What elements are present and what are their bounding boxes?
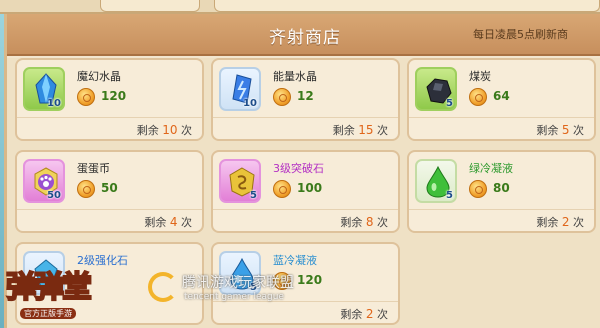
item-quantity: 10 xyxy=(243,98,257,109)
remain-count: 剩余 5 次 xyxy=(536,123,584,137)
item-icon-box: 5 xyxy=(415,67,457,111)
top-tab[interactable] xyxy=(100,0,200,12)
item-icon-box: 50 xyxy=(23,159,65,203)
item-name: 魔幻水晶 xyxy=(77,70,121,83)
remain-count: 剩余 10 次 xyxy=(136,123,192,137)
item-name: 能量水晶 xyxy=(273,70,317,83)
item-quantity: 5 xyxy=(446,98,453,109)
remain-count: 剩余 2 次 xyxy=(536,215,584,229)
coin-icon xyxy=(469,88,487,106)
item-quantity: 5 xyxy=(446,190,453,201)
shop-header: 齐射商店 每日凌晨5点刷新商 xyxy=(7,14,600,56)
remain-count: 剩余 4 次 xyxy=(144,215,192,229)
watermark-subtext: tencent gamer league xyxy=(184,292,284,302)
remain-bar: 剩余 2 次 xyxy=(409,209,594,231)
remain-count: 剩余 15 次 xyxy=(332,123,388,137)
item-price: 12 xyxy=(297,89,314,103)
game-logo: 弹弹堂 官方正版手游 xyxy=(2,248,120,324)
item-price: 64 xyxy=(493,89,510,103)
item-quantity: 50 xyxy=(47,190,61,201)
coin-icon xyxy=(273,180,291,198)
shop-item-card[interactable]: 5 煤炭 64 剩余 5 次 xyxy=(407,58,596,141)
item-price: 100 xyxy=(297,181,323,195)
shop-item-card[interactable]: 10 魔幻水晶 120 剩余 10 次 xyxy=(15,58,204,141)
shop-item-card[interactable]: 5 3级突破石 100 剩余 8 次 xyxy=(211,150,400,233)
item-price: 80 xyxy=(493,181,510,195)
item-name: 3级突破石 xyxy=(273,162,324,175)
watermark: 腾讯游戏玩家联盟 tencent gamer league xyxy=(148,270,348,320)
remain-count: 剩余 8 次 xyxy=(340,215,388,229)
remain-bar: 剩余 10 次 xyxy=(17,117,202,139)
league-logo-icon xyxy=(148,272,178,302)
item-quantity: 5 xyxy=(250,190,257,201)
remain-bar: 剩余 8 次 xyxy=(213,209,398,231)
logo-title: 弹弹堂 xyxy=(5,269,93,306)
logo-subtitle: 官方正版手游 xyxy=(20,308,76,319)
remain-bar: 剩余 15 次 xyxy=(213,117,398,139)
coin-icon xyxy=(77,180,95,198)
item-price: 120 xyxy=(101,89,127,103)
item-name: 煤炭 xyxy=(469,70,491,83)
item-icon-box: 10 xyxy=(219,67,261,111)
remain-bar: 剩余 5 次 xyxy=(409,117,594,139)
item-icon-box: 5 xyxy=(415,159,457,203)
item-icon-box: 10 xyxy=(23,67,65,111)
item-price: 50 xyxy=(101,181,118,195)
item-name: 绿冷凝液 xyxy=(469,162,513,175)
remain-bar: 剩余 4 次 xyxy=(17,209,202,231)
refresh-note: 每日凌晨5点刷新商 xyxy=(473,28,568,41)
watermark-text: 腾讯游戏玩家联盟 xyxy=(182,275,294,291)
item-name: 蛋蛋币 xyxy=(77,162,110,175)
shop-item-card[interactable]: 50 蛋蛋币 50 剩余 4 次 xyxy=(15,150,204,233)
top-tab[interactable] xyxy=(214,0,600,12)
coin-icon xyxy=(469,180,487,198)
item-icon-box: 5 xyxy=(219,159,261,203)
coin-icon xyxy=(77,88,95,106)
item-name: 蓝冷凝液 xyxy=(273,254,317,267)
shop-item-card[interactable]: 10 能量水晶 12 剩余 15 次 xyxy=(211,58,400,141)
item-quantity: 10 xyxy=(47,98,61,109)
coin-icon xyxy=(273,88,291,106)
shop-item-card[interactable]: 5 绿冷凝液 80 剩余 2 次 xyxy=(407,150,596,233)
